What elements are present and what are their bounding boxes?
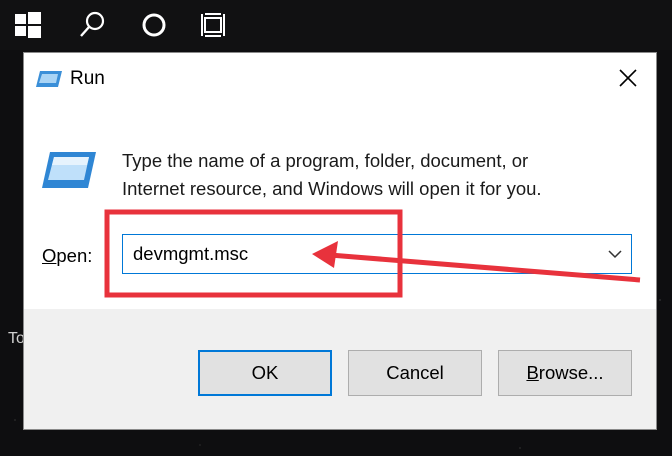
- browse-accelerator: B: [526, 362, 539, 383]
- search-icon[interactable]: [76, 9, 108, 41]
- dialog-description: Type the name of a program, folder, docu…: [122, 147, 622, 203]
- run-app-icon: [36, 71, 62, 87]
- open-label-accelerator: O: [42, 245, 57, 266]
- browse-button[interactable]: Browse...: [498, 350, 632, 396]
- open-combobox[interactable]: [122, 234, 632, 274]
- taskbar: [0, 0, 672, 50]
- ok-button[interactable]: OK: [198, 350, 332, 396]
- open-label-rest: pen:: [56, 245, 93, 266]
- chevron-down-icon[interactable]: [607, 247, 623, 261]
- run-large-icon: [42, 152, 96, 188]
- description-line-1: Type the name of a program, folder, docu…: [122, 150, 529, 171]
- run-dialog: Run Type the name of a program, folder, …: [24, 53, 656, 429]
- description-line-2: Internet resource, and Windows will open…: [122, 178, 542, 199]
- dialog-titlebar[interactable]: Run: [24, 53, 656, 103]
- desktop-partial-text: To: [8, 330, 25, 347]
- dialog-title: Run: [70, 68, 105, 89]
- cortana-icon[interactable]: [138, 9, 170, 41]
- close-icon: [619, 69, 637, 87]
- task-view-icon[interactable]: [198, 9, 230, 41]
- windows-start-icon[interactable]: [12, 9, 44, 41]
- cancel-button[interactable]: Cancel: [348, 350, 482, 396]
- close-button[interactable]: [600, 53, 656, 103]
- browse-label-rest: rowse...: [538, 362, 604, 383]
- open-input[interactable]: [133, 242, 573, 266]
- open-label: Open:: [42, 245, 92, 267]
